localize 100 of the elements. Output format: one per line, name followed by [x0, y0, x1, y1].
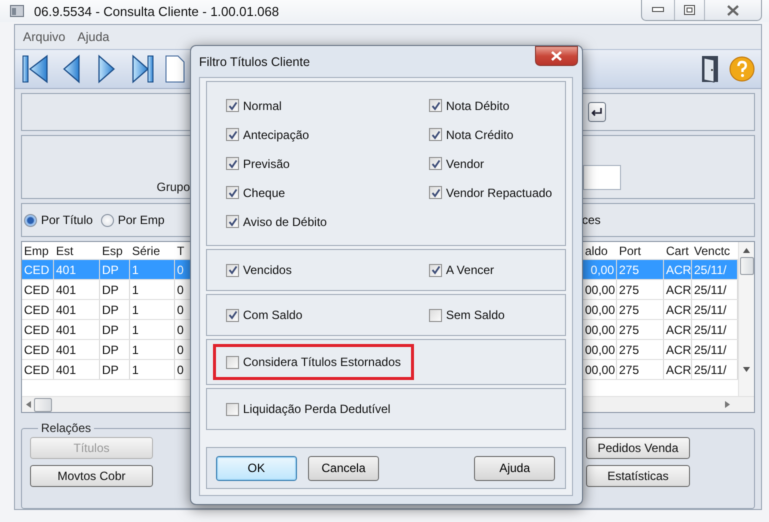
checkbox[interactable]: [429, 157, 442, 170]
table-cell: 1: [130, 360, 175, 379]
radio-label: Por Título: [41, 213, 93, 227]
checkbox-label: Aviso de Débito: [243, 214, 327, 228]
checkbox-label: Normal: [243, 98, 282, 112]
field-label: Grupo: [156, 180, 190, 194]
table-cell: ACR: [664, 360, 692, 379]
table-cell: DP: [100, 280, 130, 299]
table-cell: 401: [54, 260, 100, 279]
table-cell: DP: [100, 340, 130, 359]
scroll-thumb[interactable]: [34, 398, 52, 412]
checkbox[interactable]: [226, 215, 239, 228]
dialog-title: Filtro Títulos Cliente: [199, 54, 310, 68]
scroll-up-icon[interactable]: [743, 248, 750, 253]
table-cell: ACR: [664, 340, 692, 359]
table-cell: 275: [617, 300, 664, 319]
table-cell: 401: [54, 360, 100, 379]
table-cell: DP: [100, 260, 130, 279]
table-cell: 275: [617, 340, 664, 359]
group-title: Relações: [40, 421, 92, 435]
relation-button[interactable]: Movtos Cobr: [30, 465, 153, 487]
menu-item[interactable]: Arquivo: [23, 30, 66, 44]
table-cell: 1: [130, 340, 175, 359]
checkbox[interactable]: [429, 308, 442, 322]
table-cell: ACR: [664, 320, 692, 339]
close-icon: [727, 4, 739, 16]
minimize-icon: [652, 7, 664, 13]
checkbox[interactable]: [226, 264, 239, 276]
checkbox[interactable]: [226, 402, 239, 416]
table-cell: DP: [100, 320, 130, 339]
relation-button[interactable]: Pedidos Venda: [586, 437, 690, 459]
checkbox-label: Vendor: [446, 156, 484, 170]
table-cell: 275: [617, 280, 664, 299]
checkbox[interactable]: [226, 157, 239, 170]
table-cell: CED: [22, 340, 54, 359]
table-cell: CED: [22, 320, 54, 339]
checkbox-label: Antecipação: [243, 128, 310, 142]
table-cell: 1: [130, 320, 175, 339]
window-icon: [10, 5, 24, 17]
table-cell: 401: [54, 280, 100, 299]
checkbox[interactable]: [226, 99, 239, 112]
checkbox-label: Considera Títulos Estornados: [243, 355, 401, 369]
checkbox[interactable]: [226, 128, 239, 141]
document-icon[interactable]: [165, 55, 185, 83]
checkbox[interactable]: [226, 308, 239, 322]
table-cell: 275: [617, 360, 664, 379]
table-cell: 275: [617, 320, 664, 339]
checkbox[interactable]: [429, 99, 442, 112]
checkbox-label: Vendor Repactuado: [446, 186, 552, 200]
checkbox-label: Nota Débito: [446, 98, 510, 112]
scroll-thumb[interactable]: [740, 257, 754, 275]
enter-button[interactable]: [588, 102, 606, 122]
table-cell: 401: [54, 320, 100, 339]
table-cell: CED: [22, 260, 54, 279]
checkbox-label: Nota Crédito: [446, 128, 514, 142]
checkbox[interactable]: [226, 186, 239, 199]
close-icon: [551, 50, 562, 60]
table-cell: CED: [22, 360, 54, 379]
checkbox-label: Com Saldo: [243, 308, 302, 322]
table-cell: DP: [100, 300, 130, 319]
door-icon[interactable]: [701, 55, 719, 83]
checkbox[interactable]: [429, 264, 442, 276]
table-cell: ACR: [664, 260, 692, 279]
checkbox-label: Sem Saldo: [446, 308, 505, 322]
table-cell: ACR: [664, 280, 692, 299]
dialog-button[interactable]: Cancela: [308, 456, 380, 480]
table-cell: 401: [54, 300, 100, 319]
table-cell: 275: [617, 260, 664, 279]
option-label: ces: [582, 213, 602, 227]
table-cell: 401: [54, 340, 100, 359]
scroll-right-icon[interactable]: [725, 401, 730, 408]
scroll-down-icon[interactable]: [743, 367, 750, 372]
checkbox-label: Liquidação Perda Dedutível: [243, 402, 390, 416]
radio-button[interactable]: [100, 214, 114, 226]
checkbox[interactable]: [429, 128, 442, 141]
table-cell: DP: [100, 360, 130, 379]
table-cell: 1: [130, 300, 175, 319]
scroll-left-icon[interactable]: [26, 401, 31, 408]
checkbox[interactable]: [429, 186, 442, 199]
text-field[interactable]: [583, 165, 621, 190]
close-button[interactable]: [535, 46, 578, 66]
first-record-icon[interactable]: [21, 53, 49, 85]
table-cell: CED: [22, 300, 54, 319]
table-cell: CED: [22, 280, 54, 299]
table-cell: 1: [130, 260, 175, 279]
checkbox-label: Previsão: [243, 156, 290, 170]
restore-icon: [684, 5, 695, 15]
checkbox[interactable]: [226, 356, 239, 368]
relation-button[interactable]: Estatísticas: [586, 465, 690, 487]
enter-icon: [591, 107, 603, 117]
checkbox-label: Cheque: [243, 186, 286, 200]
table-cell: ACR: [664, 300, 692, 319]
radio-button[interactable]: [24, 214, 37, 226]
radio-label: Por Emp: [118, 213, 164, 227]
help-icon[interactable]: [729, 56, 755, 82]
table-cell: 1: [130, 280, 175, 299]
dialog-button[interactable]: Ajuda: [474, 456, 556, 480]
dialog-button[interactable]: OK: [216, 456, 297, 480]
checkbox-label: Vencidos: [243, 263, 292, 277]
menu-item[interactable]: Ajuda: [77, 30, 110, 44]
